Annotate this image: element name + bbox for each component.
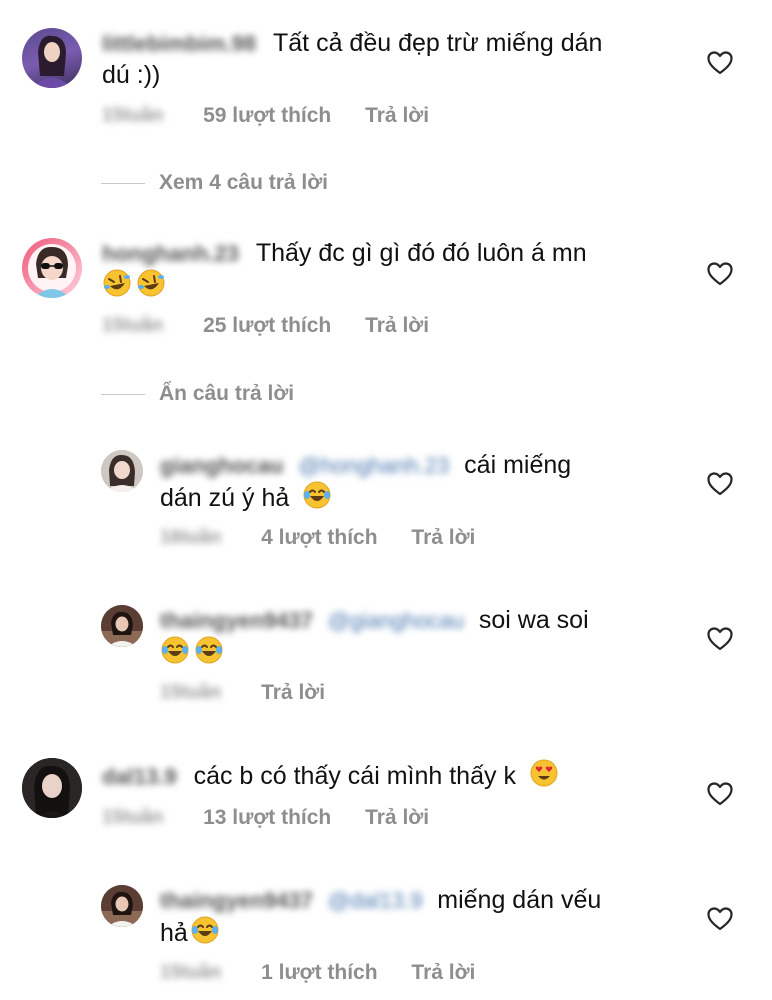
thread-divider [101, 394, 145, 395]
mention[interactable]: @dal13.9 [328, 884, 423, 918]
comment-meta: 15tuần 59 lượt thích Trả lời [102, 104, 457, 128]
timestamp: 16tuần [160, 527, 222, 549]
timestamp: 15tuần [160, 962, 222, 984]
face-with-tears-of-joy-emoji [190, 915, 220, 945]
face-with-tears-of-joy-emoji [194, 635, 224, 665]
comment-text: honghanh.23 Thấy đc gì gì đó đó luôn á m… [102, 236, 587, 271]
reply-button[interactable]: Trả lời [411, 526, 475, 549]
like-count[interactable]: 25 lượt thích [203, 314, 331, 337]
like-count[interactable]: 13 lượt thích [203, 806, 331, 829]
comment-text: littlebimbim.98 Tất cả đều đẹp trừ miếng… [102, 26, 602, 61]
heart-icon[interactable] [707, 907, 733, 931]
face-with-tears-of-joy-emoji [160, 635, 190, 665]
username[interactable]: gianghocau [160, 449, 283, 483]
reply-button[interactable]: Trả lời [365, 104, 429, 127]
avatar[interactable] [101, 450, 143, 492]
comment-text-line: miếng dán vếu [437, 886, 602, 914]
username[interactable]: thaingyen9437 [160, 604, 313, 638]
rolling-on-floor-laughing-emoji [102, 268, 132, 298]
comment-text-line: các b có thấy cái mình thấy k [193, 762, 516, 790]
reply-comment: gianghocau @honghanh.23 cái miếng dán zú… [0, 440, 772, 570]
mention[interactable]: @gianghocau [328, 604, 464, 638]
comment-meta: 15tuần 13 lượt thích Trả lời [102, 806, 457, 830]
comment-text-line: Tất cả đều đẹp trừ miếng dán [273, 29, 603, 57]
comment-meta: 16tuần 4 lượt thích Trả lời [160, 526, 503, 550]
heart-icon[interactable] [707, 262, 733, 286]
avatar[interactable] [22, 758, 82, 818]
comment-text-line: cái miếng [464, 451, 572, 479]
face-with-tears-of-joy-emoji [302, 480, 332, 510]
heart-icon[interactable] [707, 51, 733, 75]
comment-text-line: Thấy đc gì gì đó đó luôn á mn [255, 239, 587, 267]
avatar[interactable] [101, 605, 143, 647]
timestamp: 15tuần [102, 315, 164, 337]
view-replies-button[interactable]: Xem 4 câu trả lời [159, 171, 328, 195]
heart-icon[interactable] [707, 627, 733, 651]
comment-text-line [160, 635, 228, 670]
comment-text-line [102, 268, 170, 303]
timestamp: 15tuần [102, 807, 164, 829]
comment-text-line: dán zú ý hả [160, 480, 336, 515]
hide-replies-button[interactable]: Ẩn câu trả lời [159, 382, 294, 406]
thread-divider [101, 183, 145, 184]
timestamp: 15tuần [102, 105, 164, 127]
reply-comment: thaingyen9437 @dal13.9 miếng dán vếu hả … [0, 875, 772, 1000]
comment-text-line: dú :)) [102, 61, 161, 89]
reply-button[interactable]: Trả lời [365, 314, 429, 337]
reply-button[interactable]: Trả lời [411, 961, 475, 984]
comment-text-line: hả [160, 915, 224, 950]
reply-comment: thaingyen9437 @gianghocau soi wa soi 15t… [0, 595, 772, 725]
comment-text: thaingyen9437 @gianghocau soi wa soi [160, 603, 589, 638]
comment-meta: 15tuần 1 lượt thích Trả lời [160, 961, 503, 985]
comment: dal13.9 các b có thấy cái mình thấy k 15… [0, 750, 772, 860]
comment-text-line: hả [160, 919, 188, 947]
heart-icon[interactable] [707, 782, 733, 806]
avatar[interactable] [22, 238, 82, 298]
heart-eyes-emoji [529, 758, 559, 788]
comment-text: gianghocau @honghanh.23 cái miếng [160, 448, 571, 483]
like-count[interactable]: 59 lượt thích [203, 104, 331, 127]
reply-button[interactable]: Trả lời [261, 681, 325, 704]
comment: littlebimbim.98 Tất cả đều đẹp trừ miếng… [0, 0, 772, 160]
rolling-on-floor-laughing-emoji [136, 268, 166, 298]
avatar[interactable] [22, 28, 82, 88]
like-count[interactable]: 4 lượt thích [261, 526, 377, 549]
timestamp: 15tuần [160, 682, 222, 704]
comment-text: thaingyen9437 @dal13.9 miếng dán vếu [160, 883, 601, 918]
username[interactable]: thaingyen9437 [160, 884, 313, 918]
like-count[interactable]: 1 lượt thích [261, 961, 377, 984]
comment: honghanh.23 Thấy đc gì gì đó đó luôn á m… [0, 230, 772, 370]
username[interactable]: honghanh.23 [102, 237, 239, 271]
comment-text-line: dán zú ý hả [160, 484, 290, 512]
username[interactable]: dal13.9 [102, 760, 177, 794]
heart-icon[interactable] [707, 472, 733, 496]
comment-text: dal13.9 các b có thấy cái mình thấy k [102, 758, 563, 794]
username[interactable]: littlebimbim.98 [102, 27, 256, 61]
comment-meta: 15tuần 25 lượt thích Trả lời [102, 314, 457, 338]
mention[interactable]: @honghanh.23 [298, 449, 449, 483]
comment-text-line: soi wa soi [478, 606, 589, 634]
comment-meta: 15tuần Trả lời [160, 681, 353, 705]
reply-button[interactable]: Trả lời [365, 806, 429, 829]
avatar[interactable] [101, 885, 143, 927]
